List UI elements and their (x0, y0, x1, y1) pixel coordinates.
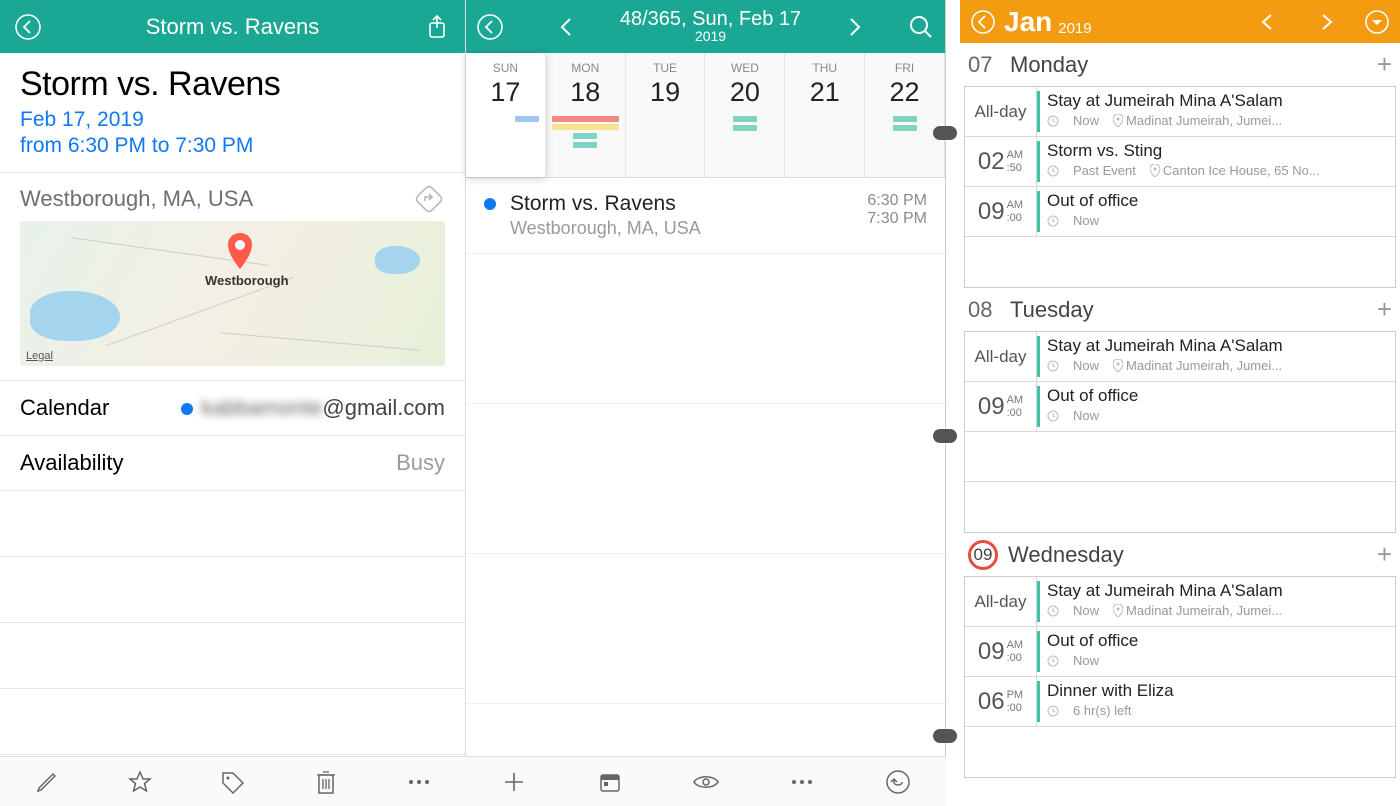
day-event-location: Westborough, MA, USA (510, 218, 867, 239)
map-pin-icon (225, 231, 255, 271)
day-title[interactable]: 48/365, Sun, Feb 17 2019 (584, 8, 837, 44)
next-day-button[interactable] (837, 9, 873, 45)
view-button[interactable] (689, 765, 723, 799)
tag-button[interactable] (216, 765, 250, 799)
event-location-text: Westborough, MA, USA (20, 186, 253, 212)
event-toolbar (0, 756, 466, 806)
event-title: Storm vs. Ravens (20, 65, 445, 104)
event-detail-header: Storm vs. Ravens (0, 0, 465, 53)
day-column-tue[interactable]: TUE19 (626, 53, 706, 177)
agenda-empty-row (965, 432, 1395, 482)
hour-grid[interactable] (466, 254, 945, 806)
event-location-row[interactable]: Westborough, MA, USA (0, 173, 465, 221)
day-toolbar (466, 756, 946, 806)
day-event-item[interactable]: Storm vs. Ravens Westborough, MA, USA 6:… (466, 178, 945, 254)
add-button[interactable] (497, 765, 531, 799)
event-detail-title: Storm vs. Ravens (46, 14, 419, 40)
today-button[interactable] (593, 765, 627, 799)
agenda-event-row[interactable]: 09AM:00Out of office Now (965, 382, 1395, 432)
today-indicator: 09 (968, 540, 998, 570)
availability-label: Availability (20, 450, 124, 476)
event-detail-panel: Storm vs. Ravens Storm vs. Ravens Feb 17… (0, 0, 466, 806)
event-date: Feb 17, 2019 (20, 108, 445, 132)
edit-button[interactable] (30, 765, 64, 799)
back-button-mid[interactable] (472, 9, 508, 45)
agenda-event-row[interactable]: 09AM:00Out of office Now (965, 627, 1395, 677)
day-event-times: 6:30 PM 7:30 PM (867, 192, 927, 228)
agenda-empty-row (965, 727, 1395, 777)
more-button[interactable] (402, 765, 436, 799)
day-column-wed[interactable]: WED20 (705, 53, 785, 177)
prev-day-button[interactable] (548, 9, 584, 45)
event-time: from 6:30 PM to 7:30 PM (20, 134, 445, 158)
map-pin-label: Westborough (205, 273, 289, 288)
calendar-dot-icon (181, 403, 193, 415)
day-column-thu[interactable]: THU21 (785, 53, 865, 177)
day-column-sun[interactable]: SUN17 (466, 53, 546, 177)
agenda-event-row[interactable]: All-dayStay at Jumeirah Mina A'Salam Now… (965, 87, 1395, 137)
undo-button[interactable] (881, 765, 915, 799)
calendar-row[interactable]: Calendar kabbamonte@gmail.com (0, 380, 465, 436)
next-button-agenda[interactable] (1312, 7, 1342, 37)
empty-rows (0, 491, 465, 755)
agenda-month[interactable]: Jan (1004, 6, 1052, 38)
agenda-header: Jan 2019 (960, 0, 1400, 43)
agenda-day-block: All-dayStay at Jumeirah Mina A'Salam Now… (964, 576, 1396, 778)
share-button[interactable] (419, 9, 455, 45)
agenda-event-row[interactable]: 06PM:00Dinner with Eliza 6 hr(s) left (965, 677, 1395, 727)
delete-button[interactable] (309, 765, 343, 799)
agenda-day-header: 07Monday+ (960, 43, 1400, 86)
agenda-event-row[interactable]: All-dayStay at Jumeirah Mina A'Salam Now… (965, 332, 1395, 382)
agenda-empty-row (965, 237, 1395, 287)
favorite-button[interactable] (123, 765, 157, 799)
agenda-event-row[interactable]: 02AM:50Storm vs. Sting Past Event Canton… (965, 137, 1395, 187)
day-column-mon[interactable]: MON18 (546, 53, 626, 177)
calendar-label: Calendar (20, 395, 109, 421)
back-button-agenda[interactable] (968, 7, 998, 37)
directions-icon[interactable] (413, 183, 445, 215)
back-button[interactable] (10, 9, 46, 45)
agenda-empty-row (965, 482, 1395, 532)
map-legal-link[interactable]: Legal (26, 350, 53, 362)
event-summary: Storm vs. Ravens Feb 17, 2019 from 6:30 … (0, 53, 465, 158)
calendar-value: kabbamonte@gmail.com (181, 395, 445, 421)
search-button[interactable] (903, 9, 939, 45)
add-event-button[interactable]: + (1377, 539, 1392, 570)
agenda-day-header: 08Tuesday+ (960, 288, 1400, 331)
availability-row[interactable]: Availability Busy (0, 436, 465, 491)
week-strip: SUN17MON18TUE19WED20THU21FRI22 (466, 53, 945, 178)
day-column-fri[interactable]: FRI22 (865, 53, 945, 177)
day-view-panel: 48/365, Sun, Feb 17 2019 SUN17MON18TUE19… (466, 0, 946, 806)
add-event-button[interactable]: + (1377, 294, 1392, 325)
agenda-day-block: All-dayStay at Jumeirah Mina A'Salam Now… (964, 331, 1396, 533)
map-preview[interactable]: Westborough Legal (20, 221, 445, 366)
agenda-event-row[interactable]: 09AM:00Out of office Now (965, 187, 1395, 237)
agenda-year: 2019 (1058, 20, 1091, 43)
day-event-title: Storm vs. Ravens (510, 192, 867, 216)
add-event-button[interactable]: + (1377, 49, 1392, 80)
prev-button-agenda[interactable] (1252, 7, 1282, 37)
day-view-header: 48/365, Sun, Feb 17 2019 (466, 0, 945, 53)
agenda-day-header: 09Wednesday+ (960, 533, 1400, 576)
agenda-panel: Jan 2019 07Monday+All-dayStay at Jumeira… (946, 0, 1400, 806)
agenda-day-block: All-dayStay at Jumeirah Mina A'Salam Now… (964, 86, 1396, 288)
event-dot-icon (484, 198, 496, 210)
dropdown-button-agenda[interactable] (1362, 7, 1392, 37)
agenda-event-row[interactable]: All-dayStay at Jumeirah Mina A'Salam Now… (965, 577, 1395, 627)
more-button-mid[interactable] (785, 765, 819, 799)
availability-value: Busy (396, 450, 445, 476)
